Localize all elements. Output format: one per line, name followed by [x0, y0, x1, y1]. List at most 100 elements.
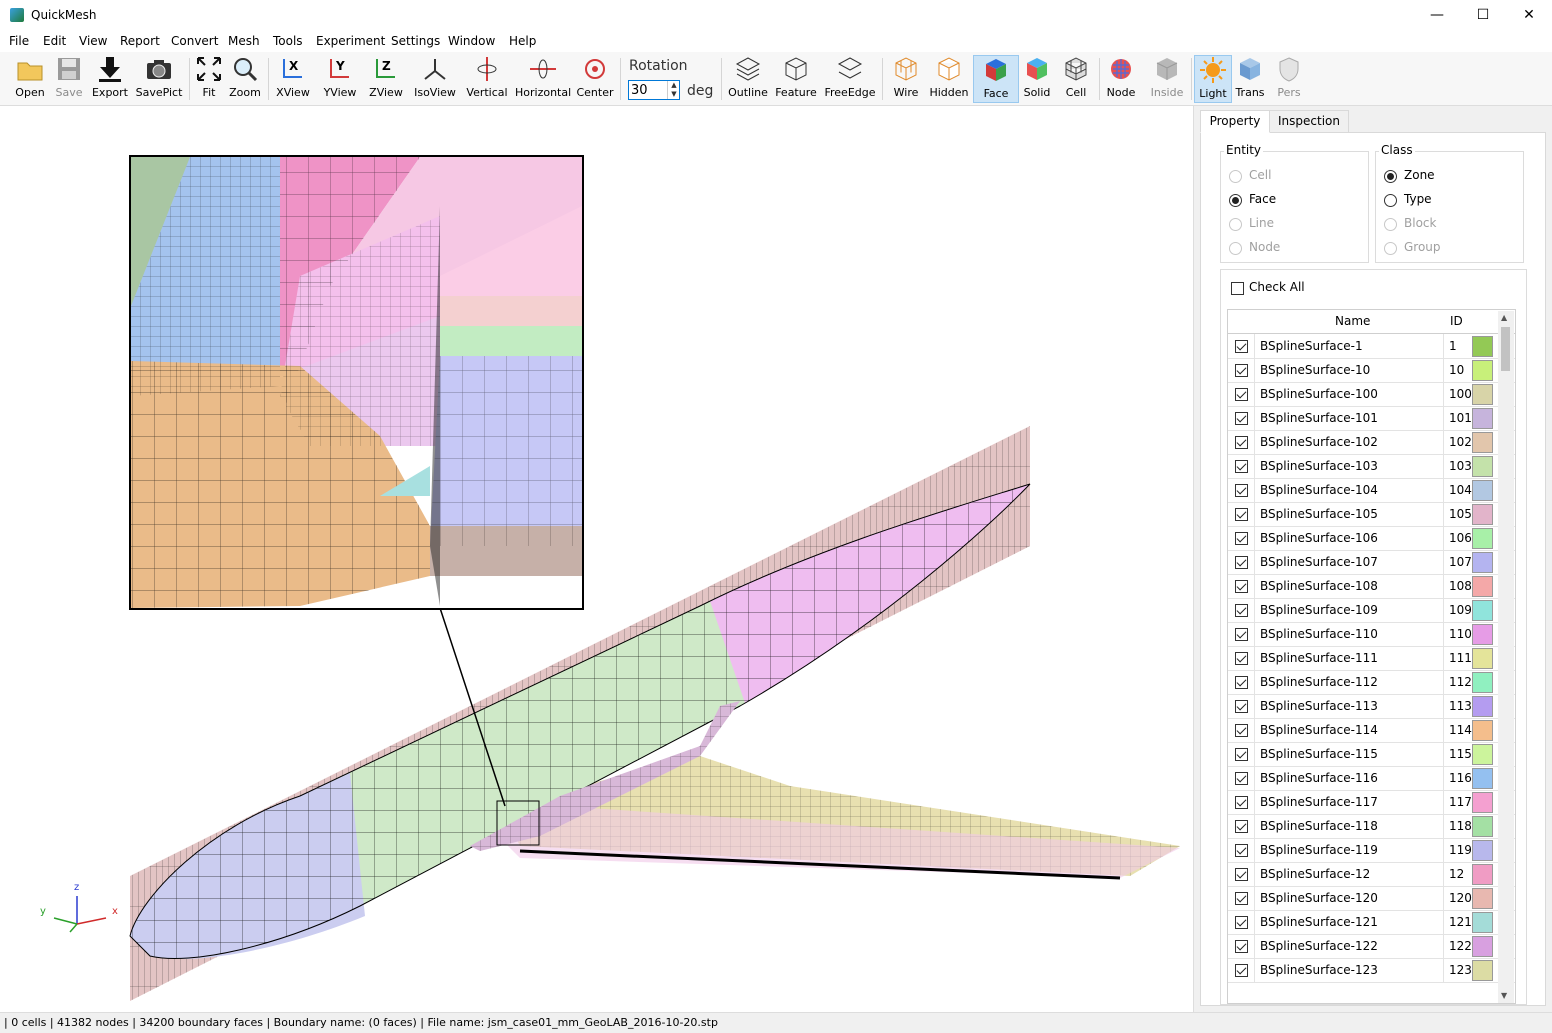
row-color-swatch[interactable] — [1472, 552, 1493, 573]
row-color-swatch[interactable] — [1472, 960, 1493, 981]
row-color-swatch[interactable] — [1472, 528, 1493, 549]
row-color-swatch[interactable] — [1472, 696, 1493, 717]
row-color-swatch[interactable] — [1472, 576, 1493, 597]
table-row[interactable]: BSplineSurface-12 12 — [1228, 862, 1515, 887]
menu-convert[interactable]: Convert — [171, 34, 218, 48]
row-checkbox[interactable] — [1235, 964, 1248, 977]
row-color-swatch[interactable] — [1472, 840, 1493, 861]
row-checkbox[interactable] — [1235, 532, 1248, 545]
table-row[interactable]: BSplineSurface-109 109 — [1228, 598, 1515, 623]
table-row[interactable]: BSplineSurface-108 108 — [1228, 574, 1515, 599]
row-color-swatch[interactable] — [1472, 480, 1493, 501]
table-row[interactable]: BSplineSurface-102 102 — [1228, 430, 1515, 455]
row-checkbox[interactable] — [1235, 460, 1248, 473]
menu-report[interactable]: Report — [120, 34, 160, 48]
scroll-down-icon[interactable]: ▼ — [1501, 991, 1507, 1000]
table-row[interactable]: BSplineSurface-100 100 — [1228, 382, 1515, 407]
row-checkbox[interactable] — [1235, 820, 1248, 833]
xview-button[interactable]: X XView — [274, 55, 312, 101]
table-row[interactable]: BSplineSurface-110 110 — [1228, 622, 1515, 647]
row-checkbox[interactable] — [1235, 580, 1248, 593]
row-checkbox[interactable] — [1235, 340, 1248, 353]
3d-viewport[interactable]: z x y — [0, 106, 1194, 1012]
table-row[interactable]: BSplineSurface-105 105 — [1228, 502, 1515, 527]
menu-experiment[interactable]: Experiment — [316, 34, 385, 48]
yview-button[interactable]: Y YView — [320, 55, 360, 101]
row-checkbox[interactable] — [1235, 748, 1248, 761]
table-row[interactable]: BSplineSurface-111 111 — [1228, 646, 1515, 671]
check-all-checkbox[interactable] — [1231, 282, 1244, 295]
menu-window[interactable]: Window — [448, 34, 495, 48]
row-checkbox[interactable] — [1235, 724, 1248, 737]
table-row[interactable]: BSplineSurface-101 101 — [1228, 406, 1515, 431]
horizontal-button[interactable]: Horizontal — [515, 55, 571, 101]
open-button[interactable]: Open — [10, 55, 50, 101]
table-row[interactable]: BSplineSurface-112 112 — [1228, 670, 1515, 695]
row-checkbox[interactable] — [1235, 388, 1248, 401]
row-checkbox[interactable] — [1235, 772, 1248, 785]
zoom-button[interactable]: Zoom — [228, 55, 262, 101]
feature-button[interactable]: Feature — [774, 55, 818, 101]
row-color-swatch[interactable] — [1472, 624, 1493, 645]
vertical-button[interactable]: Vertical — [466, 55, 508, 101]
row-color-swatch[interactable] — [1472, 768, 1493, 789]
solid-button[interactable]: Solid — [1022, 55, 1052, 101]
row-checkbox[interactable] — [1235, 604, 1248, 617]
menu-edit[interactable]: Edit — [43, 34, 66, 48]
table-row[interactable]: BSplineSurface-113 113 — [1228, 694, 1515, 719]
table-row[interactable]: BSplineSurface-121 121 — [1228, 910, 1515, 935]
row-color-swatch[interactable] — [1472, 648, 1493, 669]
menu-mesh[interactable]: Mesh — [228, 34, 260, 48]
row-color-swatch[interactable] — [1472, 456, 1493, 477]
row-checkbox[interactable] — [1235, 412, 1248, 425]
tab-property[interactable]: Property — [1200, 110, 1270, 133]
row-checkbox[interactable] — [1235, 676, 1248, 689]
menu-file[interactable]: File — [9, 34, 29, 48]
row-checkbox[interactable] — [1235, 916, 1248, 929]
table-row[interactable]: BSplineSurface-122 122 — [1228, 934, 1515, 959]
hidden-button[interactable]: Hidden — [929, 55, 969, 101]
row-checkbox[interactable] — [1235, 796, 1248, 809]
table-row[interactable]: BSplineSurface-103 103 — [1228, 454, 1515, 479]
table-row[interactable]: BSplineSurface-117 117 — [1228, 790, 1515, 815]
wire-button[interactable]: Wire — [889, 55, 923, 101]
row-checkbox[interactable] — [1235, 700, 1248, 713]
row-checkbox[interactable] — [1235, 868, 1248, 881]
cell-button[interactable]: Cell — [1060, 55, 1092, 101]
row-checkbox[interactable] — [1235, 436, 1248, 449]
maximize-button[interactable]: ☐ — [1460, 0, 1506, 31]
row-color-swatch[interactable] — [1472, 936, 1493, 957]
row-checkbox[interactable] — [1235, 844, 1248, 857]
minimize-button[interactable]: — — [1414, 0, 1460, 31]
row-color-swatch[interactable] — [1472, 360, 1493, 381]
scroll-up-icon[interactable]: ▲ — [1501, 313, 1507, 322]
table-row[interactable]: BSplineSurface-118 118 — [1228, 814, 1515, 839]
row-checkbox[interactable] — [1235, 556, 1248, 569]
table-row[interactable]: BSplineSurface-104 104 — [1228, 478, 1515, 503]
pers-button[interactable]: Pers — [1274, 55, 1304, 101]
menu-help[interactable]: Help — [509, 34, 536, 48]
inside-button[interactable]: Inside — [1148, 55, 1186, 101]
table-row[interactable]: BSplineSurface-1 1 — [1228, 334, 1515, 359]
row-color-swatch[interactable] — [1472, 912, 1493, 933]
table-row[interactable]: BSplineSurface-116 116 — [1228, 766, 1515, 791]
close-button[interactable]: ✕ — [1506, 0, 1552, 31]
save-button[interactable]: Save — [50, 55, 88, 101]
column-id-header[interactable]: ID — [1450, 314, 1463, 328]
rotation-stepper[interactable]: ▲ ▼ — [667, 81, 680, 99]
row-color-swatch[interactable] — [1472, 816, 1493, 837]
table-row[interactable]: BSplineSurface-10 10 — [1228, 358, 1515, 383]
row-checkbox[interactable] — [1235, 940, 1248, 953]
zone-table[interactable]: Name ID BSplineSurface-1 1 BSplineSurface-… — [1227, 309, 1516, 1004]
row-checkbox[interactable] — [1235, 628, 1248, 641]
table-row[interactable]: BSplineSurface-119 119 — [1228, 838, 1515, 863]
tab-inspection[interactable]: Inspection — [1269, 110, 1349, 133]
face-button[interactable]: Face — [973, 55, 1019, 103]
row-checkbox[interactable] — [1235, 364, 1248, 377]
table-row[interactable]: BSplineSurface-123 123 — [1228, 958, 1515, 983]
fit-button[interactable]: Fit — [194, 55, 224, 101]
zview-button[interactable]: Z ZView — [366, 55, 406, 101]
freeedge-button[interactable]: FreeEdge — [824, 55, 876, 101]
table-row[interactable]: BSplineSurface-106 106 — [1228, 526, 1515, 551]
table-row[interactable]: BSplineSurface-115 115 — [1228, 742, 1515, 767]
